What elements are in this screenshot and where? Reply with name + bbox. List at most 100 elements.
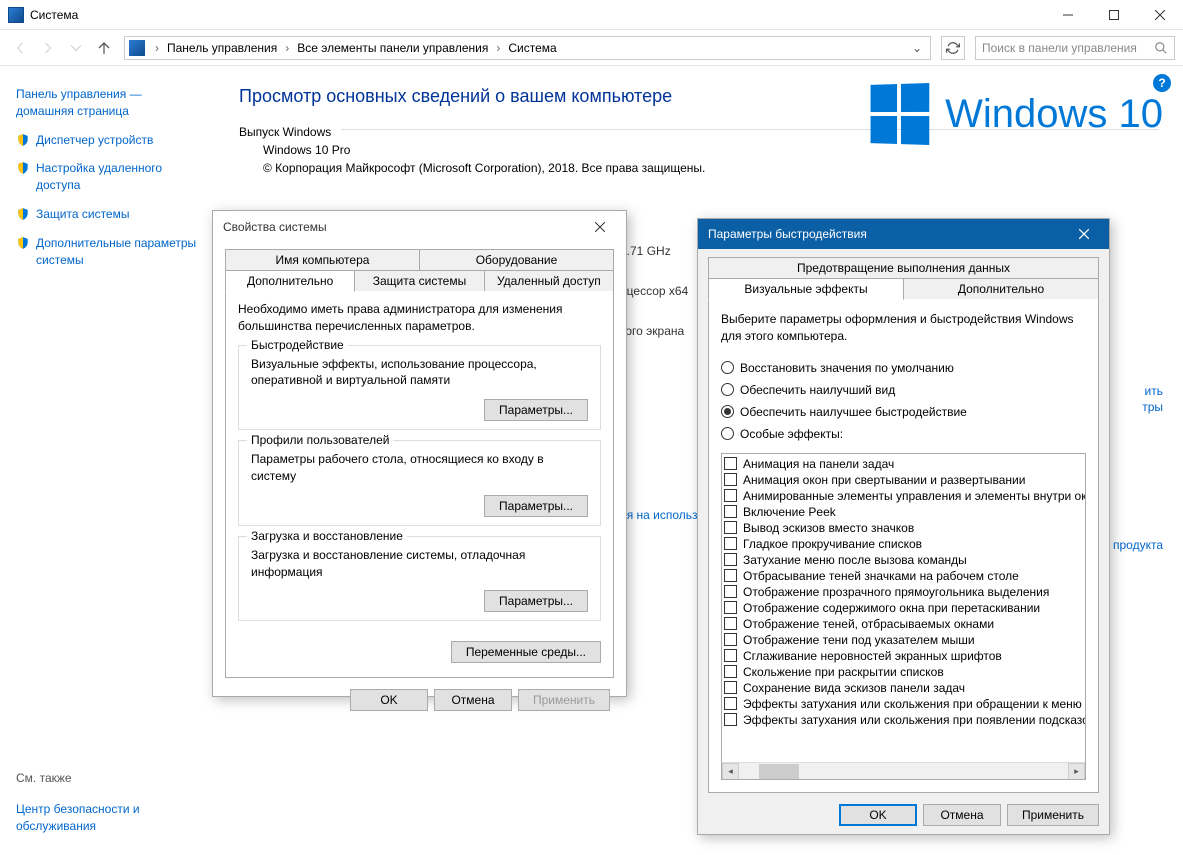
checkbox[interactable] [724,569,737,582]
partial-text: оцессор x64 [620,284,688,298]
effect-item[interactable]: Отображение теней, отбрасываемых окнами [724,616,1083,632]
effect-item[interactable]: Гладкое прокручивание списков [724,536,1083,552]
effect-item[interactable]: Отображение содержимого окна при перетас… [724,600,1083,616]
checkbox[interactable] [724,521,737,534]
radio-custom[interactable]: Особые эффекты: [721,427,1086,441]
windows-logo-icon [871,83,930,145]
breadcrumb-item[interactable]: Панель управления [165,41,279,55]
minimize-button[interactable] [1045,0,1091,30]
app-icon [8,7,24,23]
checkbox[interactable] [724,457,737,470]
back-button[interactable] [8,36,32,60]
effect-item[interactable]: Эффекты затухания или скольжения при поя… [724,712,1083,728]
checkbox[interactable] [724,665,737,678]
effect-item[interactable]: Затухание меню после вызова команды [724,552,1083,568]
up-button[interactable] [92,36,116,60]
scroll-right-button[interactable]: ▸ [1068,763,1085,780]
edition-value: Windows 10 Pro [239,143,1159,157]
effect-label: Анимация на панели задач [743,457,894,471]
scroll-thumb[interactable] [759,764,799,779]
checkbox[interactable] [724,649,737,662]
checkbox[interactable] [724,601,737,614]
dialog-close-button[interactable] [584,211,616,243]
checkbox[interactable] [724,681,737,694]
forward-button[interactable] [36,36,60,60]
effect-item[interactable]: Анимированные элементы управления и элем… [724,488,1083,504]
effect-item[interactable]: Сохранение вида эскизов панели задач [724,680,1083,696]
see-also-label: См. также [16,771,199,785]
shield-icon [16,236,30,250]
checkbox[interactable] [724,553,737,566]
effect-item[interactable]: Включение Peek [724,504,1083,520]
tab-remote[interactable]: Удаленный доступ [484,270,614,292]
checkbox[interactable] [724,585,737,598]
cancel-button[interactable]: Отмена [923,804,1001,826]
performance-settings-button[interactable]: Параметры... [484,399,588,421]
effect-item[interactable]: Вывод эскизов вместо значков [724,520,1083,536]
sidebar-link-device-manager[interactable]: Диспетчер устройств [36,132,153,149]
checkbox[interactable] [724,505,737,518]
breadcrumb-dropdown[interactable]: ⌄ [908,41,926,55]
horizontal-scrollbar[interactable]: ◂ ▸ [722,762,1085,779]
sidebar-link-advanced[interactable]: Дополнительные параметры системы [36,235,199,269]
tab-hardware[interactable]: Оборудование [419,249,614,271]
effects-list[interactable]: Анимация на панели задач Анимация окон пр… [721,453,1086,780]
breadcrumb-item[interactable]: Система [506,41,558,55]
apply-button[interactable]: Применить [1007,804,1099,826]
apply-button[interactable]: Применить [518,689,610,711]
chevron-right-icon[interactable]: › [281,41,293,55]
group-label: Быстродействие [247,338,348,352]
tab-protection[interactable]: Защита системы [354,270,484,292]
radio-best-appearance[interactable]: Обеспечить наилучший вид [721,383,1086,397]
refresh-button[interactable] [941,36,965,60]
checkbox[interactable] [724,473,737,486]
env-vars-button[interactable]: Переменные среды... [451,641,601,663]
sidebar-link-remote[interactable]: Настройка удаленного доступа [36,160,199,194]
cancel-button[interactable]: Отмена [434,689,512,711]
checkbox[interactable] [724,617,737,630]
search-input[interactable]: Поиск в панели управления [975,36,1175,60]
partial-link[interactable]: тры [1142,400,1163,414]
checkbox[interactable] [724,537,737,550]
effect-item[interactable]: Скольжение при раскрытии списков [724,664,1083,680]
breadcrumb-item[interactable]: Все элементы панели управления [295,41,490,55]
profiles-settings-button[interactable]: Параметры... [484,495,588,517]
tab-advanced[interactable]: Дополнительно [225,270,355,292]
checkbox[interactable] [724,713,737,726]
close-button[interactable] [1137,0,1183,30]
partial-link[interactable]: ия на использ [620,508,698,522]
checkbox[interactable] [724,697,737,710]
ok-button[interactable]: OK [350,689,428,711]
recent-dropdown[interactable] [64,36,88,60]
effect-item[interactable]: Отбрасывание теней значками на рабочем с… [724,568,1083,584]
dialog-close-button[interactable] [1069,219,1099,249]
effect-item[interactable]: Сглаживание неровностей экранных шрифтов [724,648,1083,664]
tab-dep[interactable]: Предотвращение выполнения данных [708,257,1099,279]
radio-best-performance[interactable]: Обеспечить наилучшее быстродействие [721,405,1086,419]
maximize-button[interactable] [1091,0,1137,30]
effect-item[interactable]: Отображение тени под указателем мыши [724,632,1083,648]
ok-button[interactable]: OK [839,804,917,826]
effect-item[interactable]: Отображение прозрачного прямоугольника в… [724,584,1083,600]
radio-restore-defaults[interactable]: Восстановить значения по умолчанию [721,361,1086,375]
startup-settings-button[interactable]: Параметры... [484,590,588,612]
group-text: Загрузка и восстановление системы, отлад… [251,547,588,581]
effect-label: Анимация окон при свертывании и разверты… [743,473,1025,487]
chevron-right-icon[interactable]: › [492,41,504,55]
tab-visual-effects[interactable]: Визуальные эффекты [708,278,904,300]
sidebar-link-protection[interactable]: Защита системы [36,206,129,223]
effect-item[interactable]: Анимация окон при свертывании и разверты… [724,472,1083,488]
checkbox[interactable] [724,489,737,502]
scroll-left-button[interactable]: ◂ [722,763,739,780]
chevron-right-icon[interactable]: › [151,41,163,55]
partial-link[interactable]: ить [1145,384,1163,398]
control-panel-home-link[interactable]: Панель управления — домашняя страница [16,86,199,120]
effect-item[interactable]: Эффекты затухания или скольжения при обр… [724,696,1083,712]
tab-computer-name[interactable]: Имя компьютера [225,249,420,271]
tab-advanced[interactable]: Дополнительно [903,278,1099,300]
see-also-link[interactable]: Центр безопасности и обслуживания [16,801,199,835]
effect-item[interactable]: Анимация на панели задач [724,456,1083,472]
breadcrumb[interactable]: › Панель управления › Все элементы панел… [124,36,931,60]
checkbox[interactable] [724,633,737,646]
partial-link[interactable]: продукта [1113,538,1163,552]
